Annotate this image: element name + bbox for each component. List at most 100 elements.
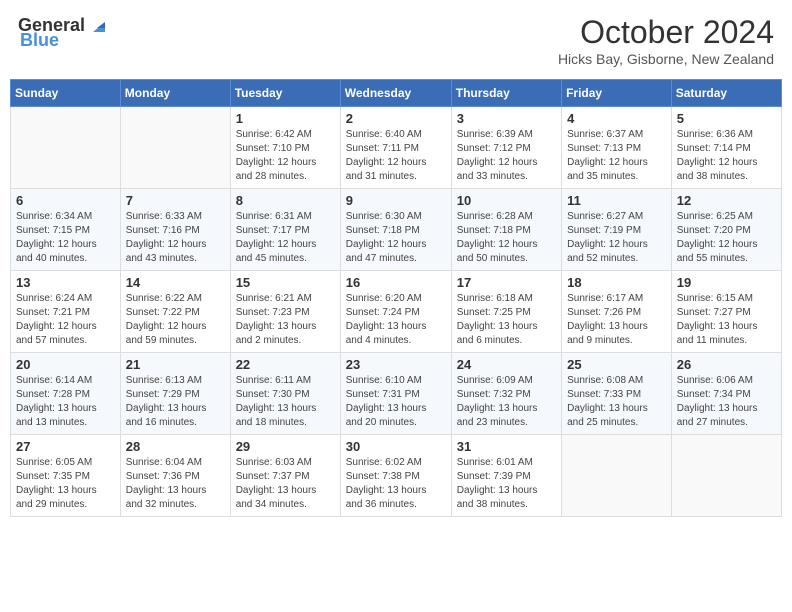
calendar-week-row: 27 Sunrise: 6:05 AMSunset: 7:35 PMDayligh… [11, 435, 782, 517]
day-info: Sunrise: 6:20 AMSunset: 7:24 PMDaylight:… [346, 292, 446, 348]
day-info: Sunrise: 6:36 AMSunset: 7:14 PMDaylight:… [677, 128, 776, 184]
day-number: 16 [346, 275, 446, 290]
day-info: Sunrise: 6:25 AMSunset: 7:20 PMDaylight:… [677, 210, 776, 266]
day-number: 19 [677, 275, 776, 290]
calendar-cell: 22 Sunrise: 6:11 AMSunset: 7:30 PMDayligh… [230, 353, 340, 435]
column-header-monday: Monday [120, 80, 230, 107]
day-number: 2 [346, 111, 446, 126]
day-info: Sunrise: 6:08 AMSunset: 7:33 PMDaylight:… [567, 374, 666, 430]
day-number: 5 [677, 111, 776, 126]
day-number: 1 [236, 111, 335, 126]
day-info: Sunrise: 6:27 AMSunset: 7:19 PMDaylight:… [567, 210, 666, 266]
calendar-cell: 29Sunrise: 6:03 AMSunset: 7:37 PMDayligh… [230, 435, 340, 517]
day-info: Sunrise: 6:06 AMSunset: 7:34 PMDaylight:… [677, 374, 776, 430]
day-info: Sunrise: 6:40 AMSunset: 7:11 PMDaylight:… [346, 128, 446, 184]
day-info: Sunrise: 6:09 AMSunset: 7:32 PMDaylight:… [457, 374, 556, 430]
calendar-subtitle: Hicks Bay, Gisborne, New Zealand [558, 51, 774, 67]
day-info: Sunrise: 6:21 AMSunset: 7:23 PMDaylight:… [236, 292, 335, 348]
calendar-cell: 2 Sunrise: 6:40 AMSunset: 7:11 PMDaylight… [340, 107, 451, 189]
calendar-cell: 15 Sunrise: 6:21 AMSunset: 7:23 PMDayligh… [230, 271, 340, 353]
day-info: Sunrise: 6:31 AMSunset: 7:17 PMDaylight:… [236, 210, 335, 266]
calendar-cell: 6Sunrise: 6:34 AMSunset: 7:15 PMDaylight… [11, 189, 121, 271]
calendar-cell [671, 435, 781, 517]
day-info: Sunrise: 6:42 AMSunset: 7:10 PMDaylight:… [236, 128, 335, 184]
day-number: 21 [126, 357, 225, 372]
day-number: 24 [457, 357, 556, 372]
calendar-cell: 17 Sunrise: 6:18 AMSunset: 7:25 PMDayligh… [451, 271, 561, 353]
day-info: Sunrise: 6:11 AMSunset: 7:30 PMDaylight:… [236, 374, 335, 430]
day-number: 18 [567, 275, 666, 290]
calendar-cell: 16 Sunrise: 6:20 AMSunset: 7:24 PMDayligh… [340, 271, 451, 353]
calendar-cell [120, 107, 230, 189]
logo: General Blue [18, 14, 109, 51]
calendar-cell: 30Sunrise: 6:02 AMSunset: 7:38 PMDayligh… [340, 435, 451, 517]
calendar-cell: 3 Sunrise: 6:39 AMSunset: 7:12 PMDaylight… [451, 107, 561, 189]
page-header: General Blue October 2024 Hicks Bay, Gis… [10, 10, 782, 71]
calendar-cell: 10 Sunrise: 6:28 AMSunset: 7:18 PMDayligh… [451, 189, 561, 271]
title-area: October 2024 Hicks Bay, Gisborne, New Ze… [558, 14, 774, 67]
calendar-cell: 12Sunrise: 6:25 AMSunset: 7:20 PMDayligh… [671, 189, 781, 271]
calendar-cell: 20 Sunrise: 6:14 AMSunset: 7:28 PMDayligh… [11, 353, 121, 435]
calendar-cell: 7Sunrise: 6:33 AMSunset: 7:16 PMDaylight… [120, 189, 230, 271]
column-header-tuesday: Tuesday [230, 80, 340, 107]
day-info: Sunrise: 6:37 AMSunset: 7:13 PMDaylight:… [567, 128, 666, 184]
day-info: Sunrise: 6:39 AMSunset: 7:12 PMDaylight:… [457, 128, 556, 184]
calendar-cell: 13 Sunrise: 6:24 AMSunset: 7:21 PMDayligh… [11, 271, 121, 353]
calendar-cell [11, 107, 121, 189]
calendar-cell: 1 Sunrise: 6:42 AMSunset: 7:10 PMDaylight… [230, 107, 340, 189]
day-number: 14 [126, 275, 225, 290]
day-number: 10 [457, 193, 556, 208]
calendar-cell: 8Sunrise: 6:31 AMSunset: 7:17 PMDaylight… [230, 189, 340, 271]
day-number: 15 [236, 275, 335, 290]
calendar-cell: 27 Sunrise: 6:05 AMSunset: 7:35 PMDayligh… [11, 435, 121, 517]
calendar-week-row: 6Sunrise: 6:34 AMSunset: 7:15 PMDaylight… [11, 189, 782, 271]
day-number: 11 [567, 193, 666, 208]
day-number: 9 [346, 193, 446, 208]
calendar-week-row: 20 Sunrise: 6:14 AMSunset: 7:28 PMDayligh… [11, 353, 782, 435]
day-number: 27 [16, 439, 115, 454]
calendar-cell: 31Sunrise: 6:01 AMSunset: 7:39 PMDayligh… [451, 435, 561, 517]
calendar-cell: 9 Sunrise: 6:30 AMSunset: 7:18 PMDaylight… [340, 189, 451, 271]
day-number: 28 [126, 439, 225, 454]
day-number: 23 [346, 357, 446, 372]
day-info: Sunrise: 6:18 AMSunset: 7:25 PMDaylight:… [457, 292, 556, 348]
column-header-thursday: Thursday [451, 80, 561, 107]
day-number: 13 [16, 275, 115, 290]
calendar-header-row: SundayMondayTuesdayWednesdayThursdayFrid… [11, 80, 782, 107]
column-header-friday: Friday [562, 80, 672, 107]
day-info: Sunrise: 6:15 AMSunset: 7:27 PMDaylight:… [677, 292, 776, 348]
day-info: Sunrise: 6:22 AMSunset: 7:22 PMDaylight:… [126, 292, 225, 348]
day-number: 7 [126, 193, 225, 208]
column-header-saturday: Saturday [671, 80, 781, 107]
calendar-week-row: 13 Sunrise: 6:24 AMSunset: 7:21 PMDayligh… [11, 271, 782, 353]
logo-icon [87, 14, 109, 36]
day-info: Sunrise: 6:03 AMSunset: 7:37 PMDaylight:… [236, 456, 335, 512]
day-info: Sunrise: 6:05 AMSunset: 7:35 PMDaylight:… [16, 456, 115, 512]
day-info: Sunrise: 6:10 AMSunset: 7:31 PMDaylight:… [346, 374, 446, 430]
calendar-cell: 24 Sunrise: 6:09 AMSunset: 7:32 PMDayligh… [451, 353, 561, 435]
day-number: 3 [457, 111, 556, 126]
calendar-cell: 26 Sunrise: 6:06 AMSunset: 7:34 PMDayligh… [671, 353, 781, 435]
day-info: Sunrise: 6:02 AMSunset: 7:38 PMDaylight:… [346, 456, 446, 512]
day-info: Sunrise: 6:28 AMSunset: 7:18 PMDaylight:… [457, 210, 556, 266]
day-info: Sunrise: 6:30 AMSunset: 7:18 PMDaylight:… [346, 210, 446, 266]
day-number: 26 [677, 357, 776, 372]
day-info: Sunrise: 6:24 AMSunset: 7:21 PMDaylight:… [16, 292, 115, 348]
logo-blue-text: Blue [20, 30, 59, 51]
calendar-cell: 23 Sunrise: 6:10 AMSunset: 7:31 PMDayligh… [340, 353, 451, 435]
calendar-cell: 11 Sunrise: 6:27 AMSunset: 7:19 PMDayligh… [562, 189, 672, 271]
calendar-title: October 2024 [558, 14, 774, 51]
day-number: 20 [16, 357, 115, 372]
day-number: 22 [236, 357, 335, 372]
column-header-wednesday: Wednesday [340, 80, 451, 107]
day-info: Sunrise: 6:01 AMSunset: 7:39 PMDaylight:… [457, 456, 556, 512]
column-header-sunday: Sunday [11, 80, 121, 107]
calendar-week-row: 1 Sunrise: 6:42 AMSunset: 7:10 PMDaylight… [11, 107, 782, 189]
calendar-cell: 5 Sunrise: 6:36 AMSunset: 7:14 PMDaylight… [671, 107, 781, 189]
calendar-cell: 14 Sunrise: 6:22 AMSunset: 7:22 PMDayligh… [120, 271, 230, 353]
day-number: 6 [16, 193, 115, 208]
calendar-cell [562, 435, 672, 517]
calendar-table: SundayMondayTuesdayWednesdayThursdayFrid… [10, 79, 782, 517]
day-info: Sunrise: 6:14 AMSunset: 7:28 PMDaylight:… [16, 374, 115, 430]
day-number: 17 [457, 275, 556, 290]
